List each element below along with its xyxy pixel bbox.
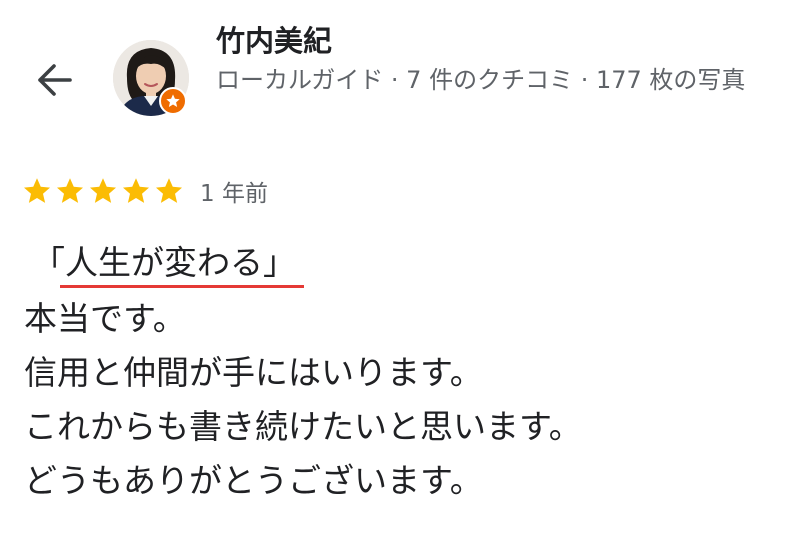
- star-icon: [156, 178, 182, 203]
- reviewer-name[interactable]: 竹内美紀: [216, 22, 332, 60]
- star-rating: [22, 176, 184, 206]
- reviewer-avatar[interactable]: [113, 40, 189, 116]
- star-icon: [123, 178, 149, 203]
- star-icon: [57, 178, 83, 203]
- review-headline: 「人生が変わる」: [32, 236, 304, 292]
- local-guide-badge: [159, 87, 187, 115]
- review-line: 信用と仲間が手にはいります。: [24, 353, 483, 392]
- back-button[interactable]: [26, 54, 82, 106]
- review-headline-text: 「人生が変わる」: [32, 243, 296, 282]
- local-guide-star-icon: [166, 94, 180, 107]
- review-line: どうもありがとうございます。: [24, 461, 483, 500]
- review-date: 1 年前: [200, 181, 268, 207]
- star-icon: [24, 178, 50, 203]
- review-line: これからも書き続けたいと思います。: [24, 407, 582, 446]
- review-line: 本当です。: [24, 299, 186, 338]
- arrow-back-icon: [38, 64, 72, 96]
- headline-underline: [60, 285, 304, 288]
- reviewer-meta: ローカルガイド · 7 件のクチコミ · 177 枚の写真: [216, 66, 746, 94]
- review-text: 「人生が変わる」 本当です。 信用と仲間が手にはいります。 これからも書き続けた…: [24, 236, 784, 508]
- rating-row: 1 年前: [22, 172, 268, 210]
- review-screen: 竹内美紀 ローカルガイド · 7 件のクチコミ · 177 枚の写真 1 年前 …: [0, 0, 800, 539]
- star-icon: [90, 178, 116, 203]
- review-headline-line: 「人生が変わる」: [24, 236, 784, 292]
